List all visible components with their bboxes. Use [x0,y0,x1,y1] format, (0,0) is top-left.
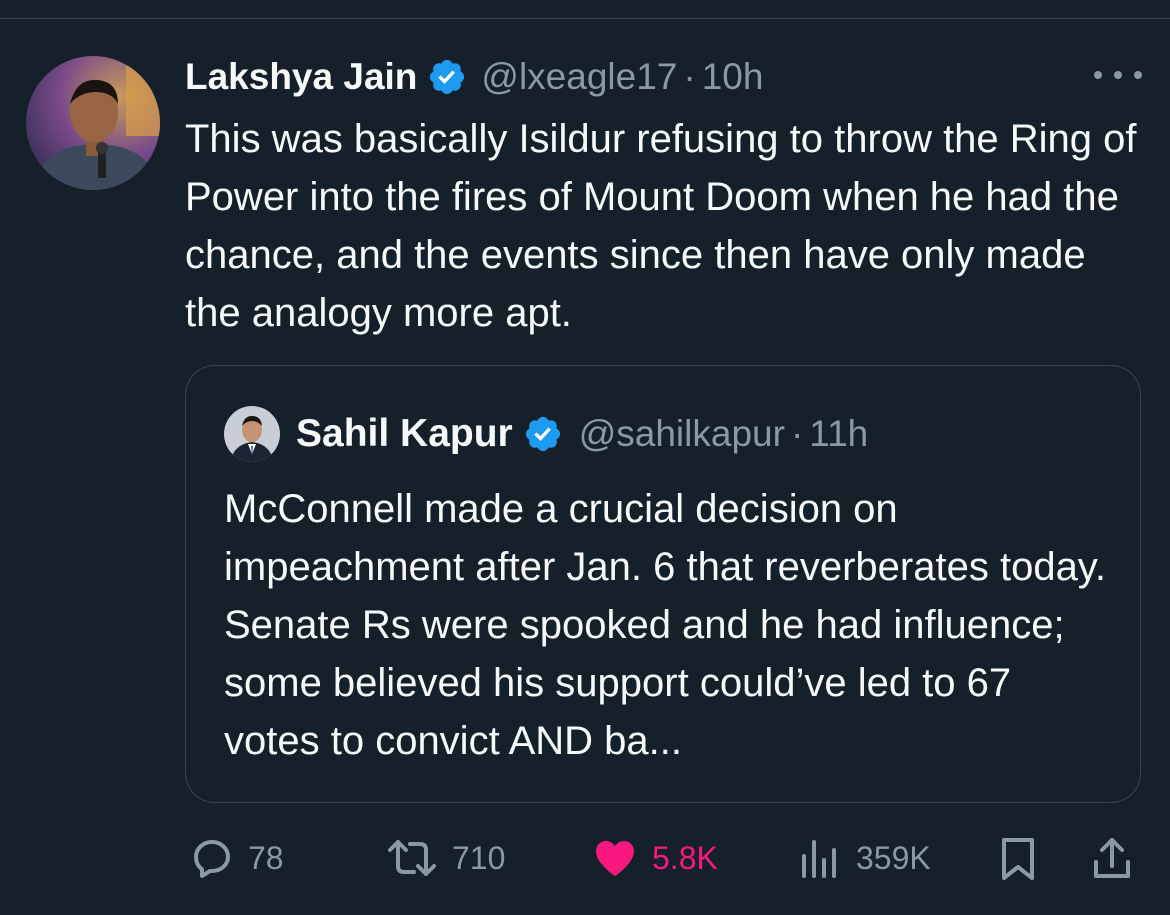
top-divider [0,18,1170,19]
tweet-text: This was basically Isildur refusing to t… [185,117,1137,335]
author-name[interactable]: Lakshya Jain [185,56,417,98]
quoted-tweet-card[interactable]: Sahil Kapur @sahilkapur · 11h McConnell … [185,365,1141,803]
like-button[interactable]: 5.8K [590,830,718,886]
reply-count: 78 [248,839,284,876]
repost-count: 710 [452,839,506,876]
separator-dot: · [790,413,804,454]
repost-icon [388,840,436,876]
more-dot [1114,71,1122,79]
bookmark-button[interactable] [996,830,1040,886]
avatar-photo-icon [224,406,280,462]
more-dot [1094,71,1102,79]
author-handle[interactable]: @lxeagle17 [481,56,677,98]
quote-text: McConnell made a crucial decision on imp… [224,487,1106,763]
verified-badge-icon [525,416,560,452]
views-count: 359K [856,839,931,876]
more-options-icon[interactable] [1094,62,1142,88]
quote-author-name[interactable]: Sahil Kapur [296,412,513,456]
avatar-photo-icon [26,56,160,190]
quote-author-avatar[interactable] [224,406,280,462]
author-avatar[interactable] [26,56,160,190]
repost-button[interactable]: 710 [384,830,505,886]
share-icon [1094,838,1130,878]
separator-dot: · [683,56,696,97]
quote-header: Sahil Kapur @sahilkapur · 11h [296,408,868,460]
views-icon [802,840,836,878]
reply-icon [194,840,230,878]
reply-button[interactable]: 78 [188,830,284,886]
verified-badge-icon [430,59,465,95]
like-count: 5.8K [652,839,718,876]
share-button[interactable] [1090,830,1134,886]
more-dot [1134,71,1142,79]
quote-author-handle[interactable]: @sahilkapur [579,413,785,455]
quote-timestamp[interactable]: 11h [809,413,868,455]
tweet-timestamp[interactable]: 10h [702,56,764,98]
bookmark-icon [1002,838,1034,880]
tweet-header: Lakshya Jain @lxeagle17 · 10h [185,52,763,102]
views-button[interactable]: 359K [796,830,931,886]
heart-icon [596,841,634,876]
tweet-actions: 78 710 5.8K 359K [0,830,1170,886]
